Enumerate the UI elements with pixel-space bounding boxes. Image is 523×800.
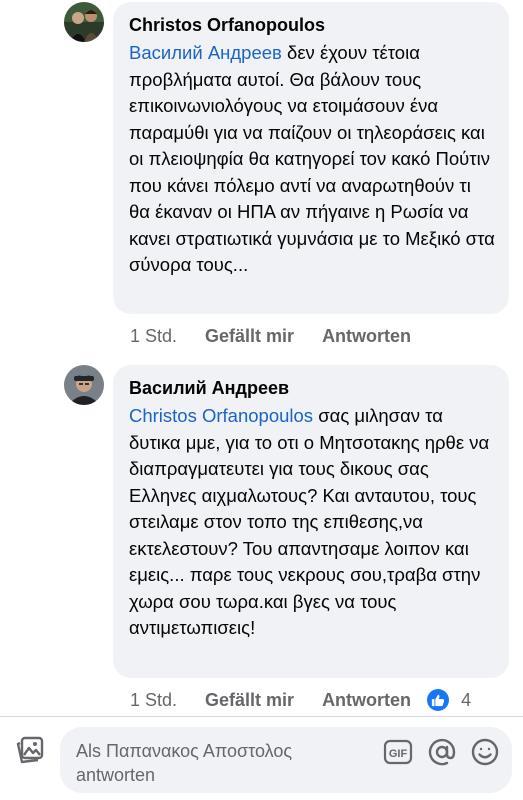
photo-icon[interactable] xyxy=(14,734,48,768)
mention-icon[interactable] xyxy=(426,736,458,768)
comment-author[interactable]: Christos Orfanopoulos xyxy=(129,14,495,36)
comment-text: Василий Андреев δεν έχουν τέτοια προβλήμ… xyxy=(129,40,495,279)
comment-text: Christos Orfanopoulos σας μιλησαν τα δυτ… xyxy=(129,403,495,642)
comment-body: δεν έχουν τέτοια προβλήματα αυτοί. Θα βά… xyxy=(129,42,495,275)
reaction-count: 4 xyxy=(461,690,472,710)
avatar[interactable] xyxy=(64,2,104,42)
reply-button[interactable]: Antworten xyxy=(322,689,411,711)
comment-timestamp[interactable]: 1 Std. xyxy=(130,689,177,711)
like-icon xyxy=(427,689,450,711)
mention-link[interactable]: Василий Андреев xyxy=(129,42,282,63)
comment-bubble: Василий Андреев Christos Orfanopoulos σα… xyxy=(113,365,509,678)
like-button[interactable]: Gefällt mir xyxy=(205,325,294,347)
comment-bubble: Christos Orfanopoulos Василий Андреев δε… xyxy=(113,2,509,314)
reaction-summary[interactable]: 4 xyxy=(427,689,471,711)
comment-input[interactable]: Als Παπανακος Αποστολος antworten xyxy=(76,739,376,787)
reply-button[interactable]: Antworten xyxy=(322,325,411,347)
comment-author[interactable]: Василий Андреев xyxy=(129,377,495,399)
comment-actions: 1 Std. Gefällt mir Antworten 4 xyxy=(130,689,471,711)
avatar[interactable] xyxy=(64,365,104,405)
comment-body: σας μιλησαν τα δυτικα μμε, για το οτι ο … xyxy=(129,405,490,638)
comment-actions: 1 Std. Gefällt mir Antworten xyxy=(130,325,439,347)
gif-label: GIF xyxy=(389,748,408,760)
like-button[interactable]: Gefällt mir xyxy=(205,689,294,711)
comment-timestamp[interactable]: 1 Std. xyxy=(130,325,177,347)
gif-icon[interactable]: GIF xyxy=(382,736,414,768)
comment-composer[interactable]: Als Παπανακος Αποστολος antworten GIF xyxy=(60,727,512,793)
emoji-icon[interactable] xyxy=(469,736,501,768)
mention-link[interactable]: Christos Orfanopoulos xyxy=(129,405,313,426)
